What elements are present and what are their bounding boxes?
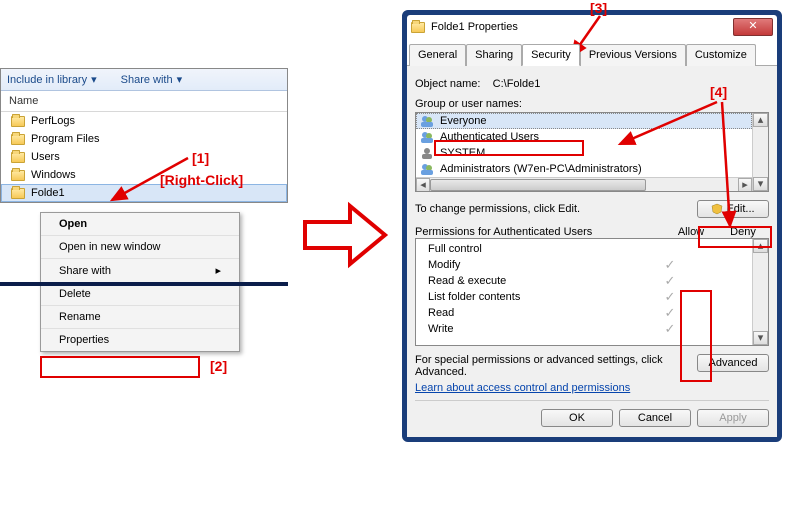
permission-name: List folder contents <box>420 291 644 303</box>
edit-hint: To change permissions, click Edit. <box>415 203 580 215</box>
folder-icon <box>11 134 25 145</box>
dialog-button-row: OK Cancel Apply <box>415 400 769 429</box>
big-arrow-icon <box>300 200 390 270</box>
permission-row: Full control <box>420 241 748 257</box>
dialog-title: Folde1 Properties <box>431 21 518 33</box>
annotation-arrow-1 <box>100 152 200 212</box>
permission-name: Write <box>420 323 644 335</box>
folder-icon <box>11 188 25 199</box>
chevron-right-icon: ▸ <box>742 179 748 191</box>
folder-row[interactable]: Program Files <box>1 130 287 148</box>
apply-button[interactable]: Apply <box>697 409 769 427</box>
advanced-button[interactable]: Advanced <box>697 354 769 372</box>
learn-link[interactable]: Learn about access control and permissio… <box>415 382 630 394</box>
permission-name: Full control <box>420 243 644 255</box>
tab-customize[interactable]: Customize <box>686 44 756 66</box>
allow-check: ✓ <box>644 273 696 289</box>
permission-row: List folder contents✓ <box>420 289 748 305</box>
folder-icon <box>411 22 425 33</box>
folder-icon <box>11 152 25 163</box>
user-icon <box>420 146 434 160</box>
permissions-listbox[interactable]: Full control Modify✓ Read & execute✓ Lis… <box>415 238 769 346</box>
chevron-down-icon: ▾ <box>91 73 97 86</box>
allow-check: ✓ <box>644 305 696 321</box>
column-header-name[interactable]: Name <box>1 91 287 112</box>
include-in-library-button[interactable]: Include in library ▾ <box>7 73 97 86</box>
permission-row: Read & execute✓ <box>420 273 748 289</box>
divider-bar <box>0 282 288 286</box>
permission-name: Read & execute <box>420 275 644 287</box>
toolbar-label: Include in library <box>7 74 87 86</box>
chevron-down-icon: ▾ <box>177 73 183 86</box>
user-label: Authenticated Users <box>440 131 539 143</box>
vertical-scrollbar[interactable]: ▴ ▾ <box>752 239 768 345</box>
allow-check: ✓ <box>644 321 696 337</box>
permission-row: Read✓ <box>420 305 748 321</box>
close-icon: ✕ <box>748 20 757 32</box>
menu-open-new-window[interactable]: Open in new window <box>41 236 239 259</box>
scroll-up-button[interactable]: ▴ <box>753 239 768 253</box>
chevron-down-icon: ▾ <box>758 332 764 344</box>
object-name-label: Object name: <box>415 78 480 90</box>
object-name-value: C:\Folde1 <box>493 78 541 90</box>
chevron-up-icon: ▴ <box>758 240 764 252</box>
folder-label: PerfLogs <box>31 115 75 127</box>
chevron-right-icon: ▸ <box>215 264 221 277</box>
menu-open[interactable]: Open <box>41 213 239 236</box>
scroll-down-button[interactable]: ▾ <box>753 331 768 345</box>
folder-label: Folde1 <box>31 187 65 199</box>
ok-button[interactable]: OK <box>541 409 613 427</box>
permission-row: Write✓ <box>420 321 748 337</box>
menu-delete[interactable]: Delete <box>41 283 239 306</box>
folder-label: Users <box>31 151 60 163</box>
folder-label: Program Files <box>31 133 99 145</box>
tab-general[interactable]: General <box>409 44 466 66</box>
close-button[interactable]: ✕ <box>733 18 773 36</box>
user-label: Everyone <box>440 115 486 127</box>
folder-label: Windows <box>31 169 76 181</box>
tab-sharing[interactable]: Sharing <box>466 44 522 66</box>
allow-check: ✓ <box>644 289 696 305</box>
menu-rename[interactable]: Rename <box>41 306 239 329</box>
user-label: SYSTEM <box>440 147 485 159</box>
annotation-arrow-3 <box>570 14 640 64</box>
toolbar-label: Share with <box>121 74 173 86</box>
folder-icon <box>11 116 25 127</box>
annotation-arrow-4 <box>612 98 742 238</box>
permission-name: Read <box>420 307 644 319</box>
users-icon <box>420 130 434 144</box>
permission-name: Modify <box>420 259 644 271</box>
chevron-left-icon: ◂ <box>420 179 426 191</box>
explorer-toolbar: Include in library ▾ Share with ▾ <box>1 69 287 91</box>
menu-share-with[interactable]: Share with ▸ <box>41 259 239 283</box>
chevron-down-icon: ▾ <box>758 178 764 190</box>
scroll-left-button[interactable]: ◂ <box>416 178 430 191</box>
menu-label: Share with <box>59 265 111 277</box>
users-icon <box>420 162 434 176</box>
scroll-down-button[interactable]: ▾ <box>753 177 768 191</box>
annotation-2: [2] <box>210 358 227 374</box>
vertical-scrollbar[interactable]: ▴ ▾ <box>752 113 768 191</box>
scroll-up-button[interactable]: ▴ <box>753 113 768 127</box>
folder-icon <box>11 170 25 181</box>
allow-check: ✓ <box>644 257 696 273</box>
permission-row: Modify✓ <box>420 257 748 273</box>
advanced-hint: For special permissions or advanced sett… <box>415 354 685 378</box>
users-icon <box>420 114 434 128</box>
chevron-up-icon: ▴ <box>758 114 764 126</box>
tab-security[interactable]: Security <box>522 44 580 66</box>
folder-row[interactable]: PerfLogs <box>1 112 287 130</box>
cancel-button[interactable]: Cancel <box>619 409 691 427</box>
annotation-box-properties <box>40 356 200 378</box>
share-with-button[interactable]: Share with ▾ <box>121 73 183 86</box>
menu-properties[interactable]: Properties <box>41 329 239 351</box>
